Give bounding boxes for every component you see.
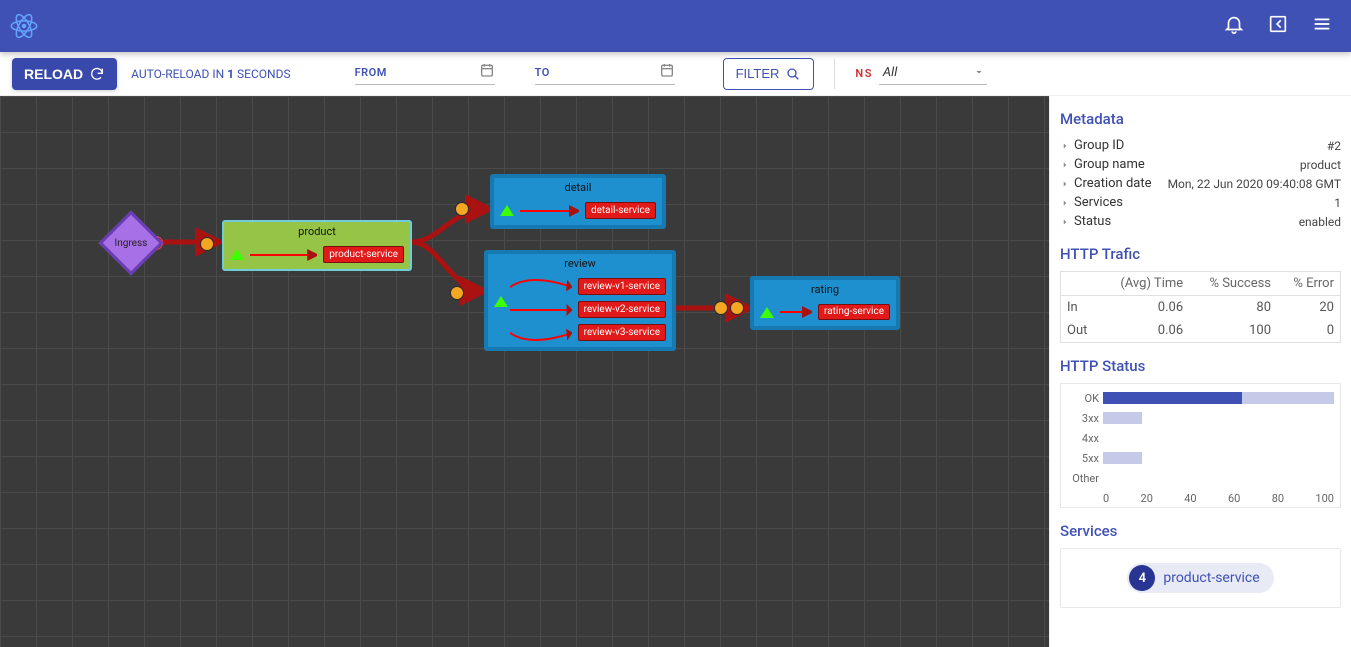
menu-icon[interactable]	[1311, 13, 1333, 39]
chevron-down-icon	[973, 66, 985, 78]
table-row: product-service	[230, 246, 404, 263]
from-input[interactable]	[393, 64, 479, 80]
node-ingress[interactable]: Ingress	[98, 210, 163, 275]
reload-icon	[89, 66, 105, 82]
status-heading: HTTP Status	[1060, 357, 1341, 375]
chevron-right-icon	[1060, 198, 1070, 208]
node-detail[interactable]: detail detail-service	[490, 174, 666, 229]
divider	[834, 59, 835, 89]
table-row: rating-service	[760, 304, 890, 320]
traffic-heading: HTTP Trafic	[1060, 245, 1341, 263]
sidebar: Metadata Group ID#2Group nameproductCrea…	[1049, 96, 1351, 647]
chevron-right-icon	[1060, 217, 1070, 227]
services-heading: Services	[1060, 522, 1341, 540]
exit-icon[interactable]	[1267, 13, 1289, 39]
status-chart: OK3xx4xx5xxOther 020406080100	[1060, 383, 1341, 508]
port	[455, 202, 469, 216]
node-product[interactable]: product product-service	[222, 220, 412, 271]
auto-reload-text: AUTO-RELOAD IN 1 SECONDS	[131, 67, 290, 81]
service-chip-label: product-service	[1163, 570, 1259, 586]
graph-canvas[interactable]: Ingress product product-service detail d…	[0, 96, 1049, 647]
table-row: Out0.061000	[1061, 319, 1341, 343]
from-field[interactable]: FROM	[355, 62, 495, 85]
to-field[interactable]: TO	[535, 62, 675, 85]
node-title: review	[488, 254, 672, 274]
table-row: review-v3-service	[494, 324, 666, 341]
triangle-icon	[760, 307, 774, 318]
bar-row: 3xx	[1067, 410, 1334, 426]
namespace-select[interactable]: All	[879, 63, 987, 85]
meta-row[interactable]: Statusenabled	[1060, 212, 1341, 231]
reload-label: RELOAD	[24, 66, 83, 82]
notifications-icon[interactable]	[1223, 13, 1245, 39]
table-row: review-v2-service	[494, 301, 666, 318]
to-label: TO	[535, 66, 550, 79]
filter-button[interactable]: FILTER	[723, 58, 815, 90]
node-title: rating	[754, 280, 896, 300]
to-input[interactable]	[556, 64, 659, 80]
table-row: review-v1-service	[494, 278, 666, 295]
edge-product-review	[411, 242, 485, 291]
table-row: In0.068020	[1061, 296, 1341, 320]
ns-label: NS	[855, 67, 873, 80]
bar-row: 5xx	[1067, 450, 1334, 466]
chevron-right-icon	[1060, 141, 1070, 151]
meta-row[interactable]: Group ID#2	[1060, 136, 1341, 155]
reload-button[interactable]: RELOAD	[12, 58, 117, 90]
search-icon	[785, 66, 801, 82]
meta-row[interactable]: Creation dateMon, 22 Jun 2020 09:40:08 G…	[1060, 174, 1341, 193]
node-title: product	[224, 222, 410, 242]
triangle-icon	[230, 249, 244, 260]
bar-row: Other	[1067, 470, 1334, 486]
edge-product-detail	[411, 209, 490, 242]
port	[730, 301, 744, 315]
meta-row[interactable]: Services1	[1060, 193, 1341, 212]
service-chip[interactable]: 4 product-service	[1127, 563, 1273, 593]
port	[450, 286, 464, 300]
from-label: FROM	[355, 66, 387, 79]
node-title: detail	[494, 178, 662, 198]
meta-row[interactable]: Group nameproduct	[1060, 155, 1341, 174]
node-rating[interactable]: rating rating-service	[750, 276, 900, 330]
app-header	[0, 0, 1351, 52]
node-review[interactable]: review review-v1-service review-v2-servi…	[484, 250, 676, 351]
toolbar: RELOAD AUTO-RELOAD IN 1 SECONDS FROM TO …	[0, 52, 1351, 96]
chevron-right-icon	[1060, 160, 1070, 170]
react-logo-icon	[10, 12, 38, 40]
traffic-table: (Avg) Time % Success % Error In0.068020O…	[1060, 271, 1341, 343]
chevron-right-icon	[1060, 179, 1070, 189]
port	[714, 301, 728, 315]
metadata-heading: Metadata	[1060, 110, 1341, 128]
calendar-icon[interactable]	[479, 62, 495, 82]
table-row: detail-service	[500, 202, 656, 219]
bar-row: 4xx	[1067, 430, 1334, 446]
port	[200, 237, 214, 251]
calendar-icon[interactable]	[659, 62, 675, 82]
bar-row: OK	[1067, 390, 1334, 406]
triangle-icon	[500, 205, 514, 216]
service-count-badge: 4	[1129, 565, 1155, 591]
